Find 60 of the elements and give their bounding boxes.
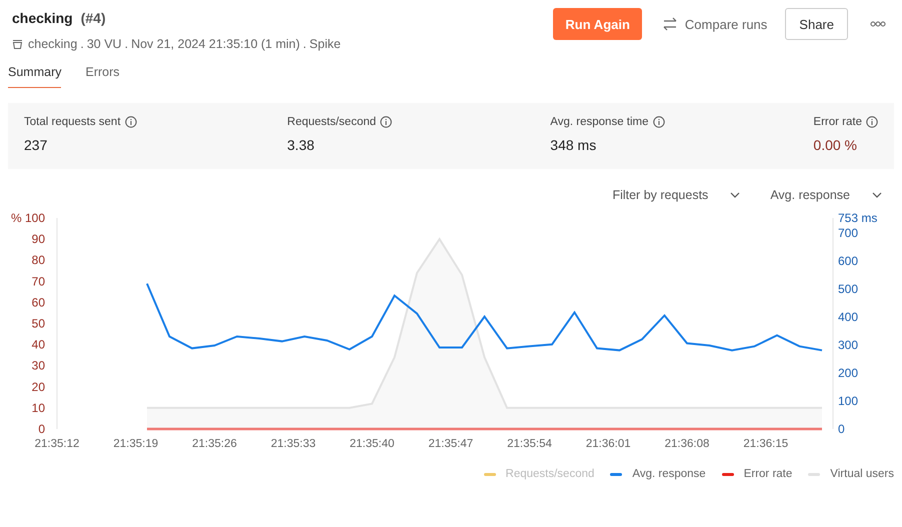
legend-label: Error rate bbox=[744, 468, 792, 480]
tab[interactable]: Errors bbox=[85, 65, 120, 88]
meta-text: Nov 21, 2024 21:35:10 (1 min) bbox=[131, 37, 300, 51]
x-tick-label: 21:36:01 bbox=[586, 438, 631, 450]
y-tick-label: 300 bbox=[838, 338, 858, 352]
x-tick-label: 21:35:40 bbox=[350, 438, 394, 450]
legend-item[interactable]: Virtual users bbox=[808, 468, 894, 480]
x-tick-label: 21:35:12 bbox=[34, 438, 80, 450]
legend-label: Requests/second bbox=[506, 468, 594, 480]
x-tick-label: 21:35:33 bbox=[270, 438, 316, 450]
y-tick-label: 0 bbox=[838, 422, 845, 436]
separator-dot: . bbox=[80, 37, 84, 51]
filter-dropdown[interactable]: Filter by requests bbox=[612, 188, 740, 202]
x-tick-label: 21:35:26 bbox=[192, 438, 237, 450]
separator-dot: . bbox=[124, 37, 128, 51]
x-tick-label: 21:35:47 bbox=[428, 438, 474, 450]
y-tick-label: 80 bbox=[32, 253, 45, 268]
test-title: checking bbox=[12, 10, 73, 26]
y-tick-label: 40 bbox=[32, 338, 45, 352]
y-tick-label: 0 bbox=[38, 422, 45, 436]
legend-label: Avg. response bbox=[632, 468, 706, 480]
legend-item[interactable]: Error rate bbox=[722, 468, 792, 480]
y-tick-label: % 100 bbox=[10, 211, 45, 225]
y-tick-label: 20 bbox=[32, 380, 45, 394]
y-tick-label: 500 bbox=[838, 282, 858, 296]
y-tick-label: 100 bbox=[838, 394, 858, 408]
filter-dropdown[interactable]: Avg. response bbox=[770, 188, 882, 202]
x-tick-label: 21:35:54 bbox=[507, 438, 552, 450]
legend-label: Virtual users bbox=[830, 468, 894, 480]
compare-button[interactable]: Compare runs bbox=[652, 8, 776, 40]
legend-item[interactable]: Avg. response bbox=[610, 468, 706, 480]
meta-text: Spike bbox=[309, 37, 341, 51]
meta-text: checking bbox=[28, 37, 78, 51]
x-tick-label: 21:35:19 bbox=[113, 438, 158, 450]
stat-label: Avg. response time bbox=[550, 116, 649, 128]
meta-text: 30 VU bbox=[86, 37, 122, 51]
y-tick-label: 700 bbox=[838, 226, 858, 240]
y-tick-label: 400 bbox=[838, 310, 858, 324]
y-tick-label: 600 bbox=[838, 254, 858, 268]
share-button[interactable]: Share bbox=[785, 8, 848, 40]
stat-value: 348 ms bbox=[550, 137, 598, 153]
run-number: (#4) bbox=[80, 10, 106, 26]
y-tick-label: 200 bbox=[838, 366, 858, 380]
stat-value: 0.00 % bbox=[813, 137, 858, 153]
x-tick-label: 21:36:08 bbox=[664, 438, 710, 450]
y-tick-label: 50 bbox=[32, 316, 45, 330]
stat-value: 3.38 bbox=[287, 137, 316, 153]
y-tick-label: 30 bbox=[32, 358, 45, 373]
y-tick-label: 60 bbox=[32, 295, 45, 310]
tab[interactable]: Summary bbox=[8, 65, 62, 88]
x-tick-label: 21:36:15 bbox=[743, 438, 788, 450]
y-tick-label: 70 bbox=[32, 274, 45, 288]
stat-label: Total requests sent bbox=[24, 116, 121, 128]
y-tick-label: 10 bbox=[32, 400, 45, 415]
stat-label: Error rate bbox=[813, 116, 862, 128]
separator-dot: . bbox=[302, 37, 306, 51]
stat-label: Requests/second bbox=[287, 116, 376, 128]
y-tick-label: 753 ms bbox=[838, 211, 878, 225]
y-tick-label: 90 bbox=[32, 232, 45, 246]
stat-value: 237 bbox=[24, 137, 48, 153]
